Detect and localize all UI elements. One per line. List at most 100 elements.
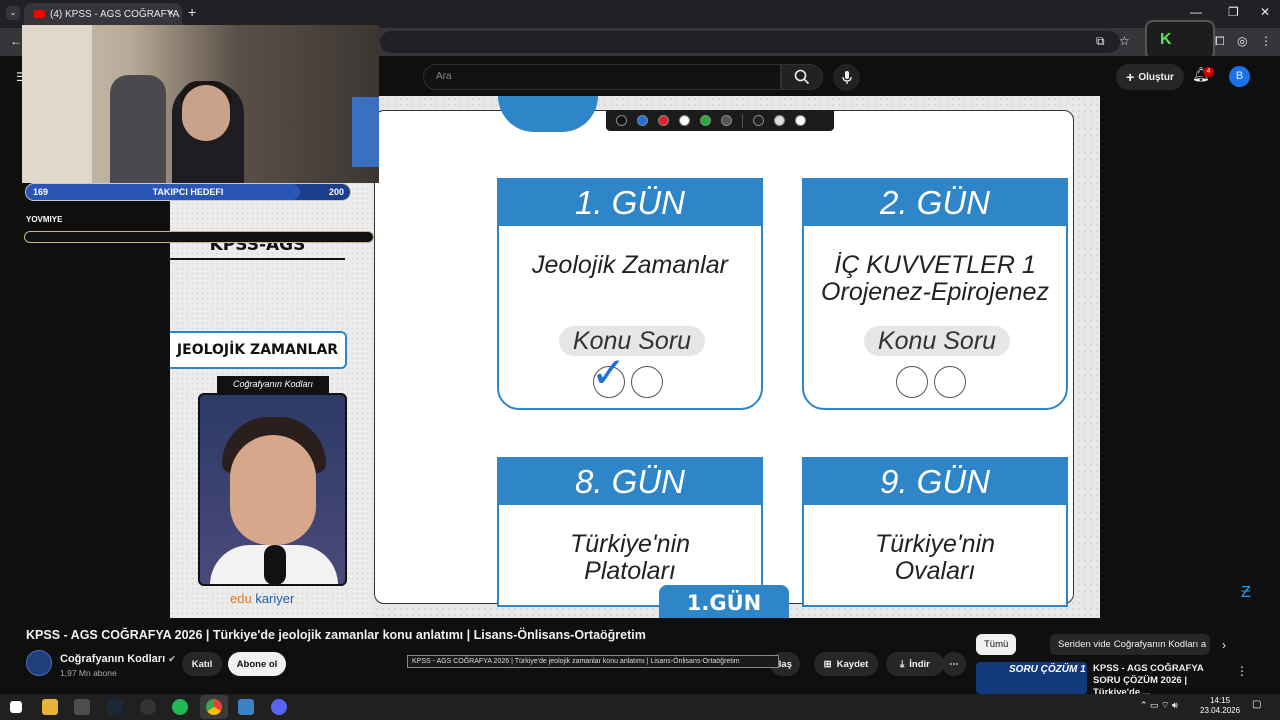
day-card-subtitle: Orojenez-Epirojenez <box>821 278 1049 306</box>
streamer-webcam <box>22 25 379 183</box>
windows-start-icon[interactable] <box>10 701 22 713</box>
download-icon: ⤓ <box>900 658 905 670</box>
more-actions-icon[interactable]: ⋯ <box>942 652 966 676</box>
save-icon: ⊞ <box>823 658 832 670</box>
profile-icon[interactable]: ◎ <box>1237 34 1247 48</box>
chevron-right-icon[interactable]: › <box>1222 638 1226 652</box>
thumbnail-text: SORU ÇÖZÜM 1 <box>1009 664 1086 675</box>
pen-white-swatch[interactable] <box>679 115 690 126</box>
chip-channel[interactable]: Coğrafyanın Kodları a <box>1110 634 1210 655</box>
recommended-thumbnail[interactable]: SORU ÇÖZÜM 1 <box>976 662 1087 694</box>
taskbar-clock[interactable]: 14:15 23.04.2026 <box>1200 696 1240 716</box>
pen-red-swatch[interactable] <box>658 115 669 126</box>
presenter-channel-tag: Coğrafyanın Kodları <box>217 376 329 393</box>
file-explorer-icon[interactable] <box>42 699 58 715</box>
follower-goal-label: TAKIPCI HEDEFI <box>152 187 224 197</box>
day-card-subtitle: Ovaları <box>894 557 976 585</box>
day-card-subtitle: Platoları <box>584 557 676 585</box>
app-icon[interactable] <box>238 699 254 715</box>
progress-circle <box>631 366 663 398</box>
browser-tab-active[interactable]: (4) KPSS - AGS COĞRAFYA × <box>24 3 182 25</box>
follower-goal-bar: 169 TAKIPCI HEDEFI 200 <box>25 183 351 201</box>
tab-search-icon[interactable]: ⌄ <box>6 6 20 20</box>
search-button[interactable] <box>781 64 823 90</box>
discord-icon[interactable] <box>271 699 287 715</box>
watermark-logo-icon: Ƶ <box>1241 584 1251 601</box>
install-icon[interactable]: ⧉ <box>1096 34 1105 49</box>
day-card-title: Türkiye'nin <box>874 530 996 558</box>
day-card-header: 1. GÜN <box>499 180 761 226</box>
webcam-monitor <box>352 97 379 167</box>
chrome-icon[interactable] <box>206 699 222 715</box>
download-button[interactable]: ⤓ İndir <box>886 652 944 676</box>
obs-icon[interactable] <box>140 699 156 715</box>
channel-name[interactable]: Coğrafyanın Kodları ✔ <box>60 653 176 665</box>
pen-black-swatch[interactable] <box>616 115 627 126</box>
url-field[interactable] <box>380 31 1120 53</box>
windows-taskbar <box>0 694 1280 720</box>
yovmiye-label: YOVMIYE <box>26 215 63 224</box>
recommended-more-icon[interactable]: ⋮ <box>1236 664 1248 678</box>
join-button[interactable]: Katıl <box>182 652 222 676</box>
pen-blue-swatch[interactable] <box>637 115 648 126</box>
voice-search-button[interactable] <box>833 64 860 91</box>
day-card-header: 8. GÜN <box>499 459 761 505</box>
close-window-icon[interactable]: ✕ <box>1260 5 1270 19</box>
account-avatar[interactable]: B <box>1229 66 1250 87</box>
maximize-icon[interactable]: ❐ <box>1228 5 1239 19</box>
video-title: KPSS - AGS COĞRAFYA 2026 | Türkiye'de je… <box>26 628 646 642</box>
size-small-icon[interactable] <box>753 115 764 126</box>
minimize-icon[interactable]: — <box>1190 5 1202 19</box>
add-color-icon[interactable] <box>721 115 732 126</box>
chip-all[interactable]: Tümü <box>976 634 1017 655</box>
back-icon[interactable]: ← <box>10 34 22 48</box>
verified-icon: ✔ <box>168 654 176 664</box>
bookmark-star-icon[interactable]: ☆ <box>1119 34 1130 48</box>
extension-badge-icon[interactable] <box>1145 20 1215 60</box>
new-tab-button[interactable]: + <box>188 4 196 20</box>
drawing-palette[interactable] <box>606 110 834 131</box>
webcam-chair <box>110 75 166 183</box>
day-card-tag: Konu Soru <box>864 326 1010 356</box>
pen-green-swatch[interactable] <box>700 115 711 126</box>
yovmiye-bar <box>24 231 374 243</box>
microphone-icon <box>841 70 852 84</box>
save-button[interactable]: ⊞ Kaydet <box>814 652 878 676</box>
browser-menu-icon[interactable]: ⋮ <box>1260 34 1272 48</box>
day-card-header: 2. GÜN <box>804 180 1066 226</box>
checkmark-icon: ✓ <box>591 349 627 396</box>
search-input[interactable]: Ara <box>423 64 781 90</box>
create-button[interactable]: + Oluştur <box>1116 64 1184 90</box>
channel-avatar[interactable] <box>26 650 52 676</box>
spotify-icon[interactable] <box>172 699 188 715</box>
steam-icon[interactable] <box>107 699 123 715</box>
day-card-title: İÇ KUVVETLER 1 <box>834 251 1036 279</box>
youtube-favicon-icon <box>34 10 45 18</box>
system-tray-icons[interactable]: ⌃ ▭ ⌔ 🔊︎ <box>1140 700 1178 711</box>
day-card-tag: Konu Soru <box>559 326 705 356</box>
presenter-video <box>198 393 347 586</box>
search-icon <box>794 69 810 85</box>
subscribe-button[interactable]: Abone ol <box>228 652 286 676</box>
day-card-title: Jeolojik Zamanlar <box>532 251 728 279</box>
day-card-9: 9. GÜN Türkiye'nin Ovaları <box>802 457 1068 607</box>
create-label: Oluştur <box>1138 71 1174 83</box>
day-card-title: Türkiye'nin <box>569 530 691 558</box>
size-medium-icon[interactable] <box>774 115 785 126</box>
subscriber-count: 1,97 Mn abone <box>60 668 117 678</box>
size-large-icon[interactable] <box>795 115 806 126</box>
current-day-badge: 1.GÜN <box>659 585 789 618</box>
day-card-1: 1. GÜN Jeolojik Zamanlar Konu Soru ✓ <box>497 178 763 410</box>
logo-edu-text: edu <box>230 591 252 606</box>
plus-icon: + <box>1126 69 1135 85</box>
webcam-curtain <box>22 25 92 183</box>
logo-kariyer-text: kariyer <box>255 591 295 606</box>
download-label: İndir <box>909 658 930 670</box>
follower-target: 200 <box>328 187 344 197</box>
notification-center-icon[interactable]: ▢ <box>1252 699 1261 710</box>
extensions-icon[interactable]: ⧠ <box>1215 34 1225 49</box>
presenter-microphone <box>264 545 286 584</box>
channel-name-text: Coğrafyanın Kodları <box>60 653 166 665</box>
close-tab-icon[interactable]: × <box>168 7 174 19</box>
store-icon[interactable] <box>74 699 90 715</box>
